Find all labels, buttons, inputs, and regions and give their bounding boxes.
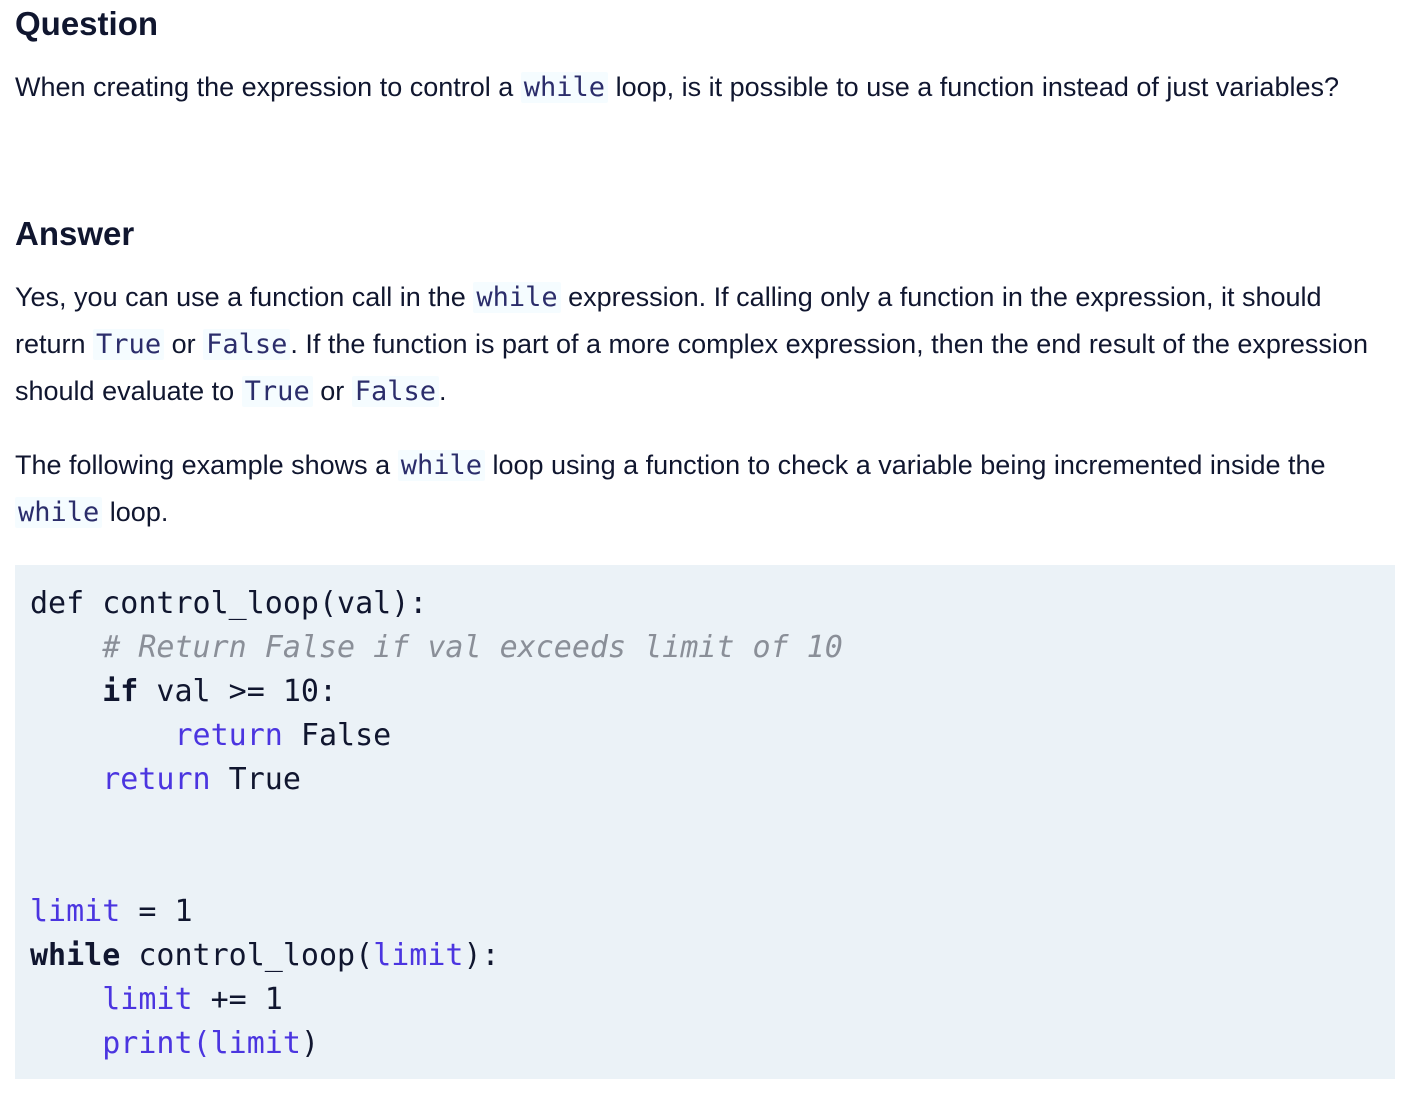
inline-code-while: while [473, 282, 561, 313]
code-text: True [210, 762, 301, 797]
answer-paragraph-2: The following example shows a while loop… [15, 442, 1395, 536]
question-text-part: When creating the expression to control … [15, 72, 521, 102]
answer-text-part: or [164, 329, 204, 359]
code-line-9: while control_loop(limit): [30, 934, 1380, 978]
code-text: = 1 [120, 894, 193, 929]
code-variable: limit [210, 1026, 301, 1061]
code-text: val >= 10: [138, 674, 338, 709]
code-text: control_loop(val): [84, 586, 428, 621]
code-keyword: if [102, 674, 139, 709]
answer-text-part: loop. [102, 497, 169, 527]
question-text-part: loop, is it possible to use a function i… [608, 72, 1339, 102]
code-text: ) [300, 1026, 319, 1061]
code-comment: # Return False if val exceeds limit of 1… [102, 630, 843, 665]
code-block: def control_loop(val): # Return False if… [15, 565, 1395, 1079]
inline-code-while: while [15, 497, 103, 528]
inline-code-true: True [241, 376, 313, 407]
answer-text-part: . [439, 376, 447, 406]
inline-code-false: False [203, 329, 291, 360]
inline-code-true: True [93, 329, 165, 360]
inline-code-false: False [351, 376, 439, 407]
code-function: print [102, 1026, 193, 1061]
question-heading: Question [15, 5, 159, 42]
answer-text-part: or [312, 376, 352, 406]
code-variable: limit [102, 982, 193, 1017]
answer-text-part: The following example shows a [15, 450, 398, 480]
answer-heading: Answer [15, 215, 135, 252]
inline-code-while: while [397, 450, 485, 481]
answer-paragraph-1: Yes, you can use a function call in the … [15, 274, 1395, 415]
answer-text-part: loop using a function to check a variabl… [484, 450, 1326, 480]
code-text: control_loop( [120, 938, 374, 973]
code-line-10: limit += 1 [30, 978, 1380, 1022]
code-text: ): [463, 938, 500, 973]
code-text: ( [192, 1026, 211, 1061]
code-text: False [282, 718, 392, 753]
code-line-11: print(limit) [30, 1022, 1380, 1066]
code-line-3: if val >= 10: [30, 670, 1380, 714]
code-text: += 1 [192, 982, 283, 1017]
code-variable: limit [30, 894, 121, 929]
question-text: When creating the expression to control … [15, 64, 1395, 111]
code-line-8: limit = 1 [30, 890, 1380, 934]
code-keyword: while [30, 938, 121, 973]
code-keyword: return [174, 718, 283, 753]
code-keyword: def [30, 586, 85, 621]
code-keyword: return [102, 762, 211, 797]
answer-text-part: Yes, you can use a function call in the [15, 282, 474, 312]
code-line-2: # Return False if val exceeds limit of 1… [30, 626, 1380, 670]
code-line-5: return True [30, 758, 1380, 802]
code-variable: limit [373, 938, 464, 973]
code-line-1: def control_loop(val): [30, 582, 1380, 626]
inline-code-while: while [520, 72, 609, 103]
code-line-4: return False [30, 714, 1380, 758]
